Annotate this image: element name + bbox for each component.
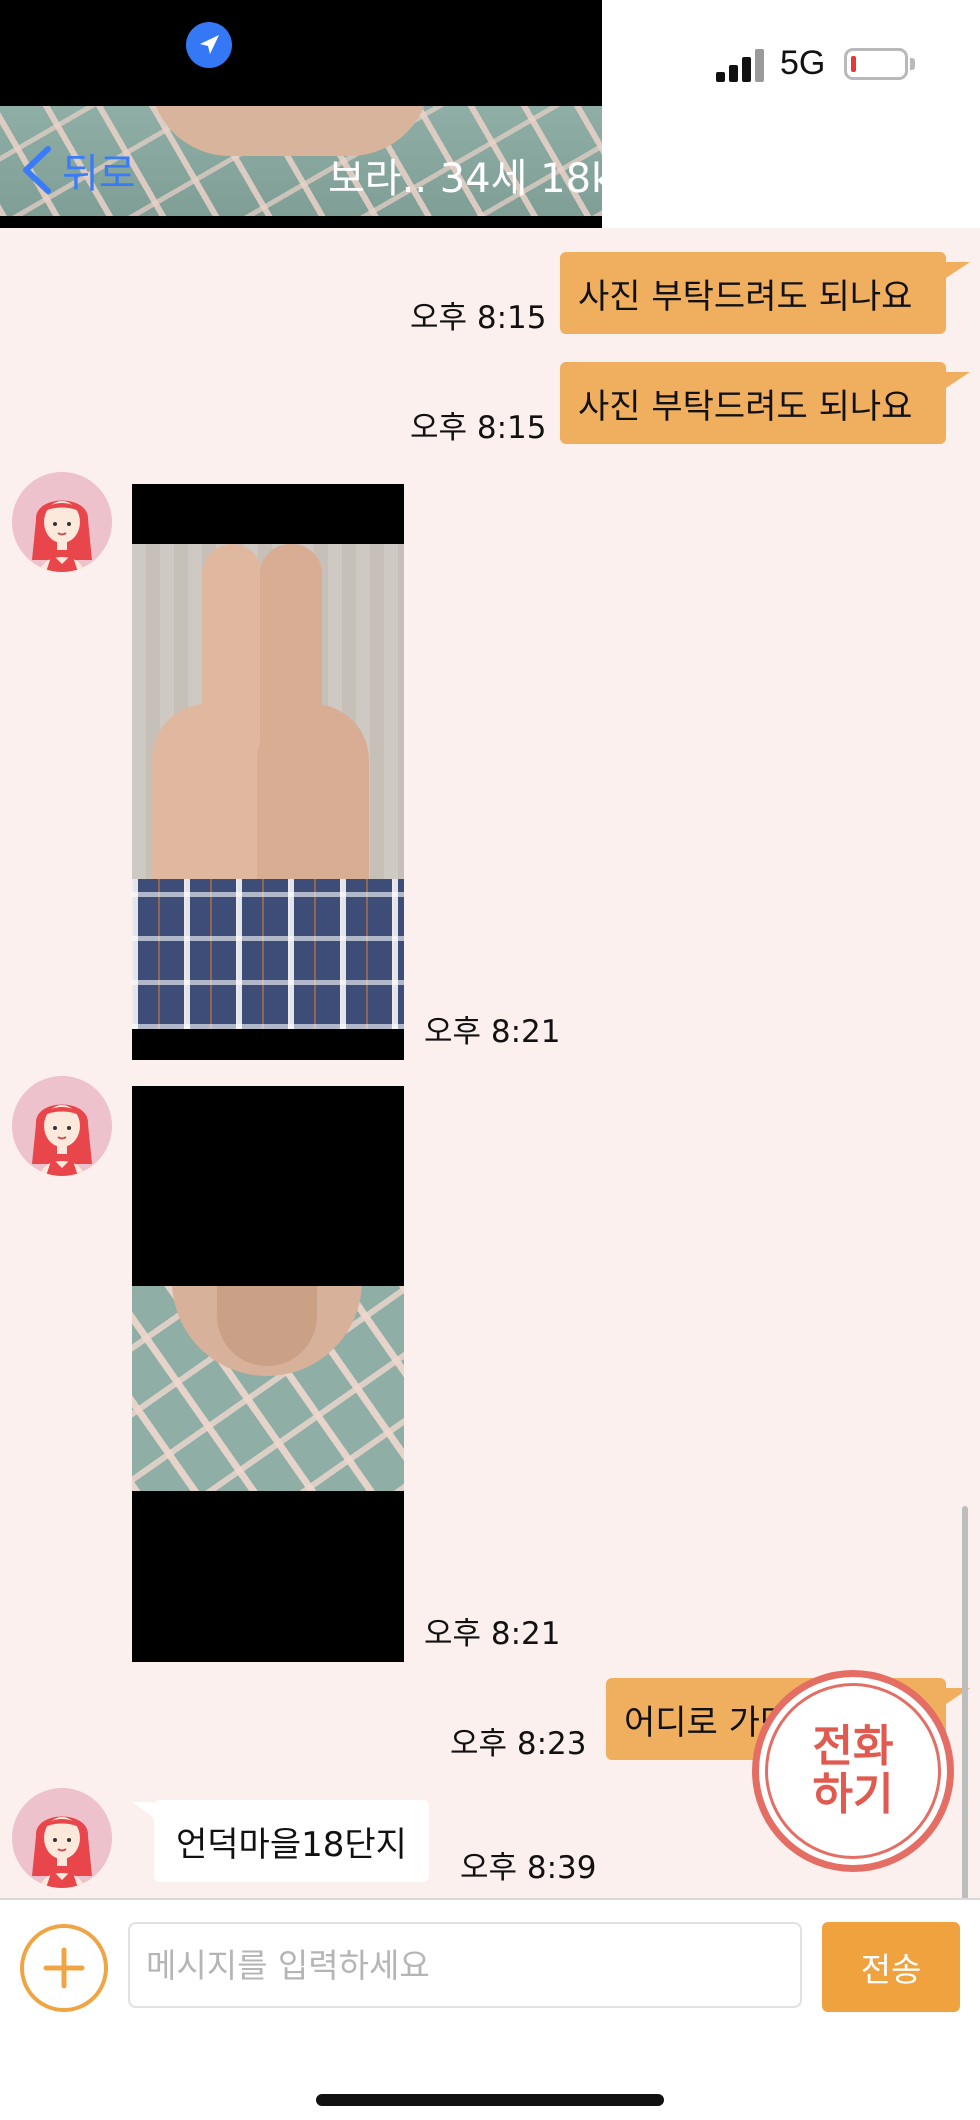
network-type: 5G (780, 44, 826, 82)
avatar[interactable] (12, 472, 112, 572)
outgoing-message[interactable]: 사진 부탁드려도 되나요 (560, 362, 946, 444)
avatar-illustration (12, 472, 112, 572)
plus-icon (43, 1947, 85, 1989)
chat-title: 보라.. 34세 18k (328, 156, 602, 202)
message-time: 오후 8:23 (450, 1726, 587, 1762)
chat-area[interactable]: 오후 8:15 사진 부탁드려도 되나요 오후 8:15 사진 부탁드려도 되나… (0, 228, 980, 2116)
message-time: 오후 8:15 (410, 410, 547, 446)
home-indicator[interactable] (316, 2094, 664, 2106)
call-button-label: 전화 하기 (788, 1723, 918, 1819)
outgoing-message[interactable]: 사진 부탁드려도 되나요 (560, 252, 946, 334)
composer-bar: 전송 (0, 1898, 980, 2120)
avatar[interactable] (12, 1788, 112, 1888)
incoming-message[interactable]: 언덕마을18단지 (154, 1800, 429, 1882)
back-label: 뒤로 (62, 151, 136, 197)
image-message[interactable] (132, 484, 404, 1060)
battery-tip (910, 58, 915, 70)
message-time: 오후 8:39 (460, 1850, 597, 1886)
back-button[interactable]: 뒤로 (18, 140, 136, 200)
message-input[interactable] (128, 1922, 802, 2008)
message-time: 오후 8:21 (424, 1616, 561, 1652)
avatar-illustration (12, 1788, 112, 1888)
battery-low-icon (844, 48, 908, 80)
bubble-tail (946, 262, 970, 278)
location-arrow-icon (186, 22, 232, 68)
photo-content (132, 544, 404, 1029)
send-button[interactable]: 전송 (822, 1922, 960, 2012)
bubble-tail (132, 1802, 154, 1818)
status-bar-right (602, 0, 980, 228)
call-button[interactable]: 전화 하기 (752, 1670, 954, 1872)
attach-button[interactable] (20, 1924, 108, 2012)
call-button-text: 전화 하기 (812, 1721, 894, 1820)
signal-bars-icon (716, 46, 766, 82)
photo-content (132, 1286, 404, 1491)
avatar-illustration (12, 1076, 112, 1176)
image-message[interactable] (132, 1086, 404, 1662)
avatar[interactable] (12, 1076, 112, 1176)
message-time: 오후 8:21 (424, 1014, 561, 1050)
message-time: 오후 8:15 (410, 300, 547, 336)
chevron-left-icon (23, 146, 51, 194)
bubble-tail (946, 372, 970, 388)
